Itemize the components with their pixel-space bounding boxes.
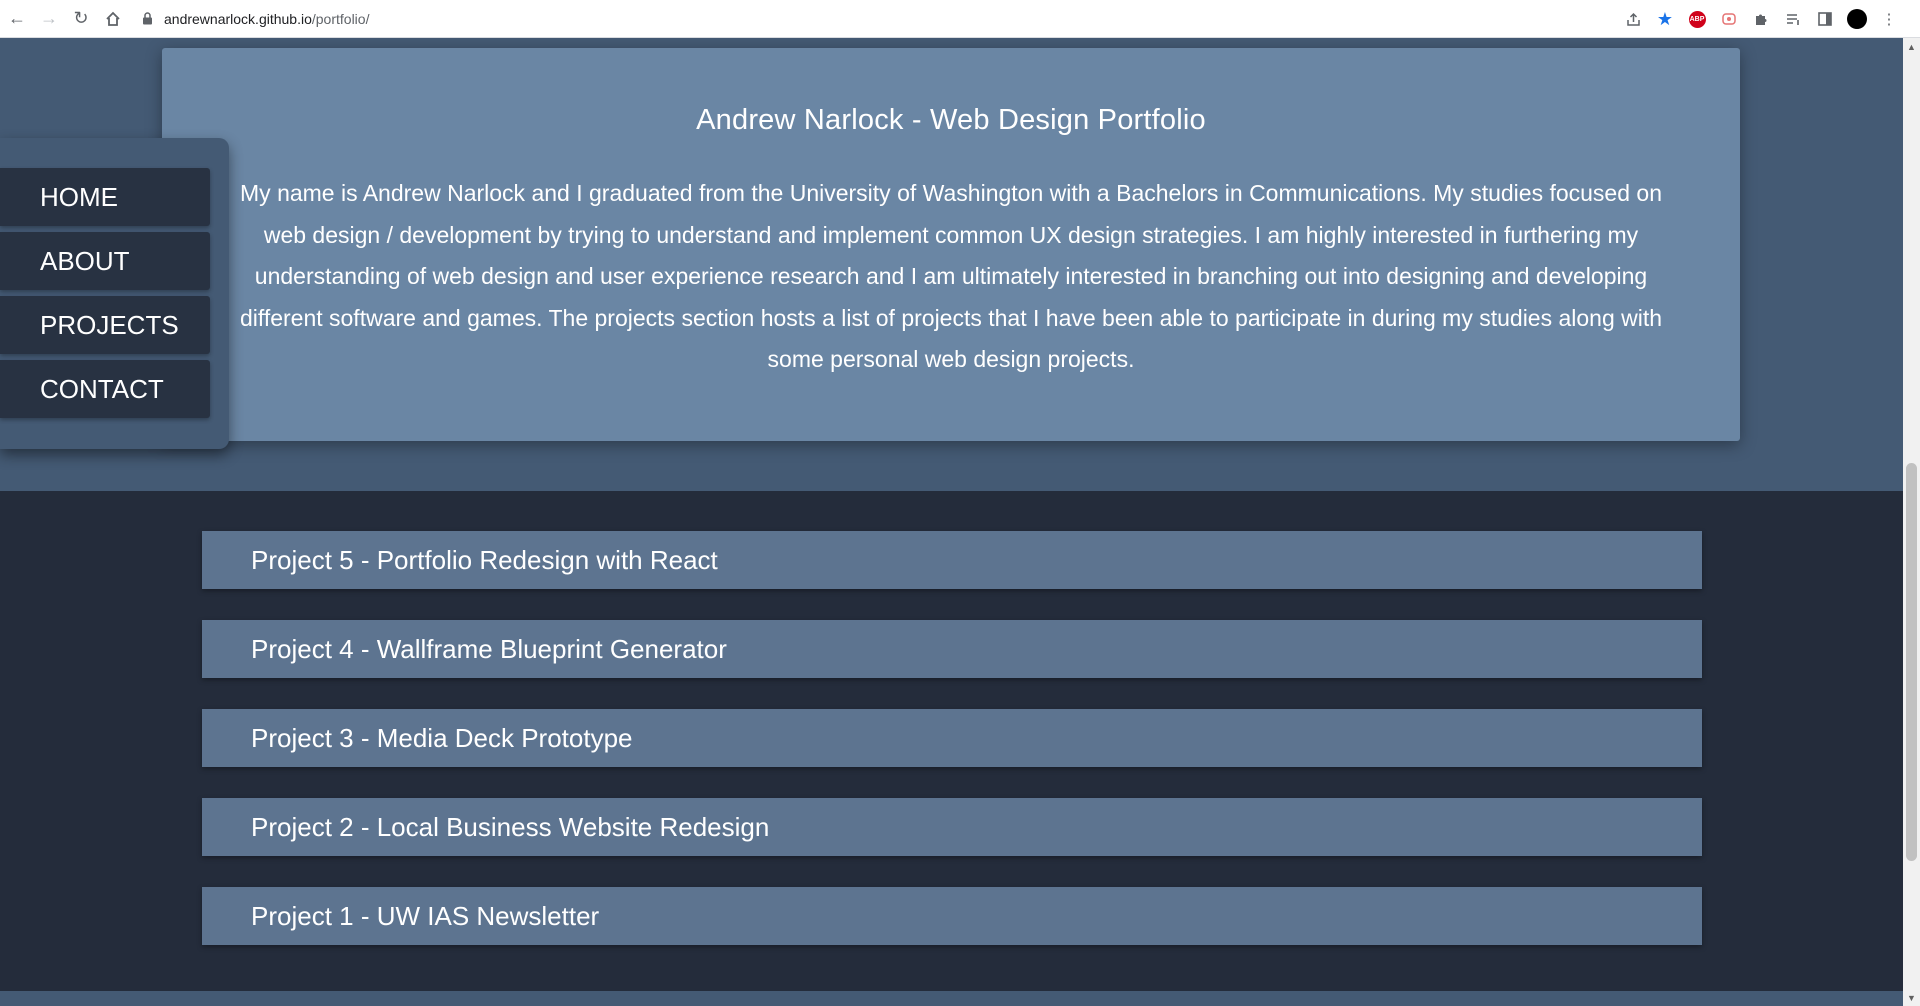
- nav-about-link[interactable]: ABOUT: [0, 232, 210, 290]
- project-2-item[interactable]: Project 2 - Local Business Website Redes…: [202, 798, 1702, 856]
- more-menu-icon[interactable]: ⋮: [1876, 6, 1902, 32]
- footer-edge: [0, 991, 1903, 1006]
- bookmark-star-icon[interactable]: ★: [1652, 6, 1678, 32]
- side-panel-icon[interactable]: [1812, 6, 1838, 32]
- side-navigation: HOME ABOUT PROJECTS CONTACT: [0, 138, 229, 449]
- back-arrow-icon[interactable]: ←: [2, 4, 32, 34]
- project-3-item[interactable]: Project 3 - Media Deck Prototype: [202, 709, 1702, 767]
- reload-icon[interactable]: ↻: [66, 4, 96, 34]
- lock-icon: [142, 12, 156, 26]
- vertical-scrollbar[interactable]: ▲ ▼: [1903, 38, 1920, 1006]
- puzzle-extensions-icon[interactable]: [1748, 6, 1774, 32]
- browser-actions: ★ ABP ⋮: [1620, 4, 1902, 34]
- intro-paragraph: My name is Andrew Narlock and I graduate…: [239, 180, 1663, 372]
- scroll-up-arrow-icon[interactable]: ▲: [1903, 38, 1920, 55]
- adblock-extension-icon[interactable]: ABP: [1684, 6, 1710, 32]
- url-host: andrewnarlock.github.io: [164, 10, 312, 27]
- profile-avatar[interactable]: [1844, 6, 1870, 32]
- home-icon[interactable]: [98, 4, 128, 34]
- page-title: Andrew Narlock - Web Design Portfolio: [696, 104, 1206, 136]
- nav-projects-link[interactable]: PROJECTS: [0, 296, 210, 354]
- intro-card: Andrew Narlock - Web Design Portfolio My…: [162, 48, 1740, 441]
- forward-arrow-icon[interactable]: →: [34, 4, 64, 34]
- project-1-item[interactable]: Project 1 - UW IAS Newsletter: [202, 887, 1702, 945]
- project-4-item[interactable]: Project 4 - Wallframe Blueprint Generato…: [202, 620, 1702, 678]
- share-icon[interactable]: [1620, 6, 1646, 32]
- nav-home-link[interactable]: HOME: [0, 168, 210, 226]
- extension-icon[interactable]: [1716, 6, 1742, 32]
- browser-toolbar: ← → ↻ andrewnarlock.github.io/portfolio/…: [0, 0, 1920, 38]
- page-viewport: Andrew Narlock - Web Design Portfolio My…: [0, 38, 1903, 1006]
- url-path: /portfolio/: [311, 10, 370, 27]
- project-5-item[interactable]: Project 5 - Portfolio Redesign with Reac…: [202, 531, 1702, 589]
- scroll-down-arrow-icon[interactable]: ▼: [1903, 989, 1920, 1006]
- reading-list-icon[interactable]: [1780, 6, 1806, 32]
- nav-contact-link[interactable]: CONTACT: [0, 360, 210, 418]
- scroll-thumb[interactable]: [1906, 463, 1917, 861]
- address-bar[interactable]: andrewnarlock.github.io/portfolio/: [142, 6, 369, 32]
